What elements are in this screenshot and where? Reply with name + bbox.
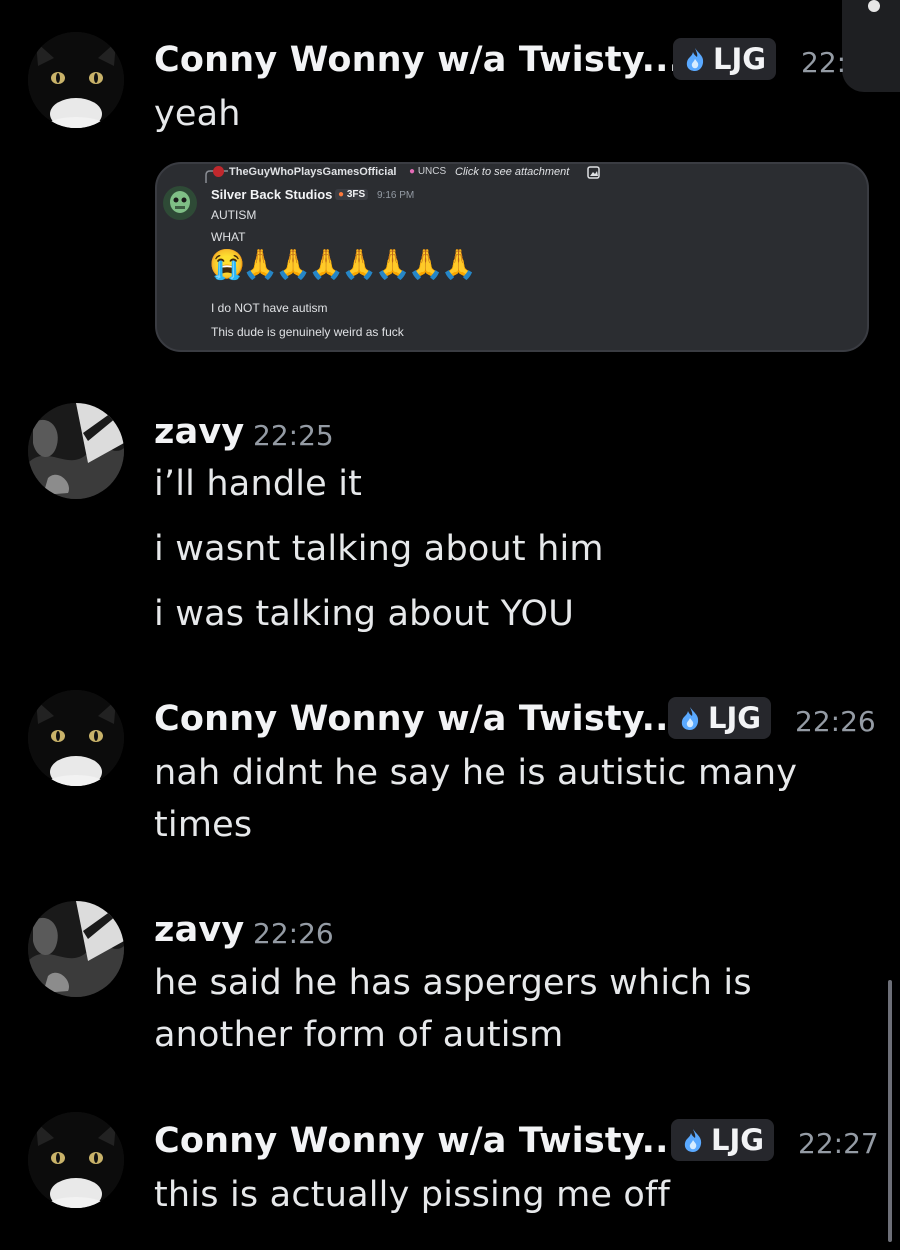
avatar[interactable]: [28, 32, 124, 128]
bw-avatar: [28, 901, 124, 997]
message-text: nah didnt he say he is autistic many: [154, 753, 798, 793]
guild-tag-label: LJG: [713, 42, 767, 76]
message-text: he said he has aspergers which is: [154, 963, 752, 1003]
floating-panel-edge[interactable]: [842, 0, 900, 92]
embed-author-tag: ● 3FS: [335, 189, 369, 200]
author-name[interactable]: Conny Wonny w/a Twisty...: [154, 699, 682, 739]
message-text: i’ll handle it: [154, 464, 363, 504]
timestamp: 22:: [801, 46, 847, 79]
guild-tag[interactable]: LJG: [673, 38, 777, 80]
scrollbar[interactable]: [888, 980, 892, 1242]
message-text: i wasnt talking about him: [154, 529, 604, 569]
fire-tag-icon: [681, 707, 699, 730]
guild-tag[interactable]: LJG: [668, 697, 772, 739]
timestamp: 22:26: [795, 705, 876, 738]
reply-hint: Click to see attachment: [455, 166, 570, 178]
avatar[interactable]: [28, 1112, 124, 1208]
embed-line: WHAT: [211, 230, 246, 244]
timestamp: 22:25: [253, 419, 334, 452]
embed-line: I do NOT have autism: [211, 301, 328, 315]
timestamp: 22:27: [798, 1127, 879, 1160]
embed-time: 9:16 PM: [377, 190, 415, 201]
message-text: i was talking about YOU: [154, 594, 575, 634]
cat-avatar: [28, 32, 124, 128]
author-name[interactable]: Conny Wonny w/a Twisty...: [154, 40, 682, 80]
reply-author: TheGuyWhoPlaysGamesOfficial: [229, 166, 397, 178]
message-text: times: [154, 805, 253, 845]
avatar[interactable]: [28, 403, 124, 499]
guild-tag[interactable]: LJG: [671, 1119, 775, 1161]
embed-author-tag-label: 3FS: [346, 189, 366, 200]
guild-tag-label: LJG: [708, 701, 762, 735]
author-name[interactable]: Conny Wonny w/a Twisty...: [154, 1121, 682, 1161]
message-text: this is actually pissing me off: [154, 1175, 671, 1215]
embed-line: This dude is genuinely weird as fuck: [211, 325, 404, 339]
panel-handle-icon: [868, 0, 880, 12]
timestamp: 22:26: [253, 917, 334, 950]
fire-tag-icon: [684, 1129, 702, 1152]
avatar[interactable]: [28, 690, 124, 786]
reply-tag-label: UNCS: [417, 166, 447, 177]
message-text: another form of autism: [154, 1015, 564, 1055]
attachment-image-icon: [587, 166, 600, 179]
embed-avatar: [163, 186, 197, 220]
guild-tag-label: LJG: [711, 1123, 765, 1157]
embed-line: AUTISM: [211, 208, 257, 222]
embed-emoji: 😭🙏🙏🙏🙏🙏🙏🙏: [209, 249, 477, 281]
reply-tag: ● UNCS: [409, 166, 447, 177]
cat-avatar: [28, 690, 124, 786]
reply-avatar: [213, 166, 224, 177]
image-attachment[interactable]: TheGuyWhoPlaysGamesOfficial ● UNCS Click…: [155, 162, 869, 352]
cat-avatar: [28, 1112, 124, 1208]
message-text: yeah: [154, 94, 241, 134]
author-name[interactable]: zavy: [154, 910, 244, 950]
avatar[interactable]: [28, 901, 124, 997]
author-name[interactable]: zavy: [154, 412, 244, 452]
bw-avatar: [28, 403, 124, 499]
fire-tag-icon: [686, 48, 704, 71]
embed-author: Silver Back Studios: [211, 187, 333, 202]
